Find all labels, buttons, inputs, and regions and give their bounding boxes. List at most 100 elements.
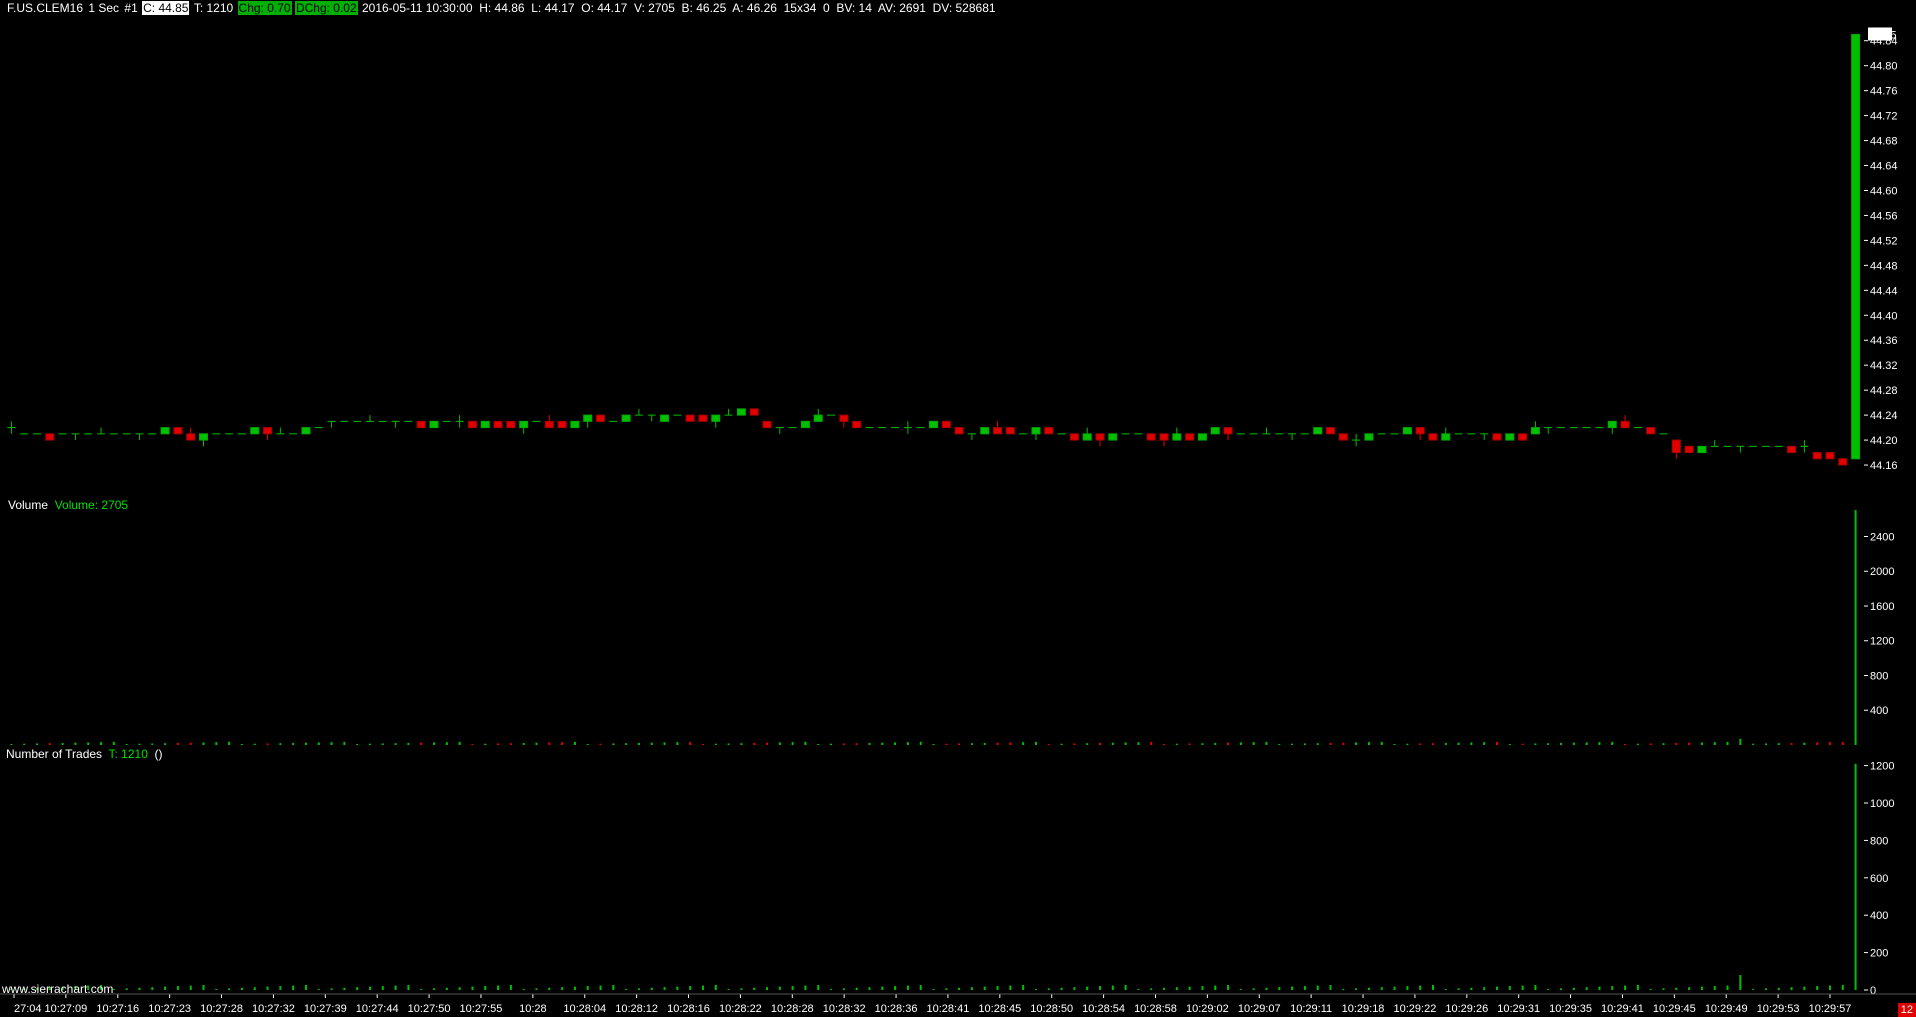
candle-body	[416, 420, 426, 429]
time-axis-label: 10:29:26	[1445, 1003, 1488, 1015]
time-axis-label: 10:29:11	[1290, 1003, 1332, 1015]
candle-body	[544, 420, 554, 429]
candle-body	[1197, 433, 1207, 441]
time-axis-label: 10:27:16	[96, 1003, 139, 1015]
candle-body	[1172, 433, 1182, 441]
candle-body	[660, 414, 670, 422]
time-axis-label: 10:28:28	[771, 1003, 814, 1015]
candle-body	[1326, 427, 1336, 435]
candle-body	[429, 420, 439, 429]
time-axis-label: 10:27:28	[200, 1003, 243, 1015]
candle-body	[1210, 427, 1220, 435]
trades-extra-label: ()	[154, 747, 163, 761]
current-price-label: 44.85	[1869, 29, 1897, 41]
candle-body	[1185, 433, 1195, 441]
candle-body	[698, 414, 708, 422]
trades-axis-label: 800	[1870, 835, 1888, 847]
candle-body	[480, 420, 490, 429]
candle-body	[467, 420, 477, 429]
candle-body	[1646, 427, 1656, 435]
price-axis-label: 44.44	[1870, 285, 1898, 297]
candle-body	[186, 433, 196, 441]
price-axis-label: 44.52	[1870, 235, 1898, 247]
candle-body	[1415, 427, 1425, 435]
volume-value-label: Volume: 2705	[54, 498, 129, 512]
volume-axis-label: 400	[1870, 705, 1888, 717]
time-axis-label: 10:29:45	[1653, 1003, 1696, 1015]
time-axis-label: 10:29:57	[1809, 1003, 1852, 1015]
time-axis-label: 10:28:45	[978, 1003, 1021, 1015]
trades-panel-label: Number of Trades T: 1210 ()	[6, 747, 163, 761]
candle-body	[685, 414, 695, 422]
chart-canvas[interactable]: 44.16 44.20 44.24 44.28 44.32 44.36 44.40 44.44…	[0, 0, 1916, 1017]
price-axis-label: 44.60	[1870, 185, 1898, 197]
time-axis-label: 10:29:31	[1497, 1003, 1540, 1015]
candle-body	[941, 420, 951, 429]
candle-body	[250, 427, 260, 435]
candle-body	[1338, 433, 1348, 441]
candle-body	[1518, 433, 1528, 441]
time-axis-label: 10:29:07	[1238, 1003, 1281, 1015]
time-axis-label: 10:28:16	[667, 1003, 710, 1015]
candle-body	[301, 427, 311, 435]
candle-body	[1492, 433, 1502, 441]
time-axis-label: 10:29:41	[1601, 1003, 1644, 1015]
candle-body	[749, 408, 759, 416]
trades-axis-label: 0	[1870, 985, 1876, 997]
candle-body	[1441, 433, 1451, 441]
candle-body	[557, 420, 567, 429]
candle-body	[1812, 452, 1822, 460]
price-axis-label: 44.16	[1870, 460, 1898, 472]
candle-body	[1671, 439, 1681, 454]
candle-body	[570, 420, 580, 429]
price-axis-label: 44.72	[1870, 111, 1898, 123]
time-axis-label: 10:28:12	[615, 1003, 658, 1015]
time-axis-label: 10:28	[519, 1003, 547, 1015]
trades-axis-label: 200	[1870, 948, 1888, 960]
candle-body	[980, 427, 990, 435]
candle-body	[1851, 33, 1861, 460]
price-axis-label: 44.32	[1870, 360, 1898, 372]
price-axis-label: 44.68	[1870, 136, 1898, 148]
time-axis-label: 10:29:35	[1549, 1003, 1592, 1015]
time-axis-label: 10:29:02	[1186, 1003, 1229, 1015]
candle-body	[621, 414, 631, 422]
candle-body	[993, 427, 1003, 435]
candle-body	[1108, 433, 1118, 441]
candle-body	[596, 414, 606, 422]
time-axis-label: 10:28:32	[823, 1003, 866, 1015]
candle-body	[1082, 433, 1092, 441]
candle-body	[1787, 445, 1797, 454]
price-axis-label: 44.24	[1870, 410, 1898, 422]
candle-body	[1146, 433, 1156, 441]
volume-axis-label: 1200	[1870, 636, 1894, 648]
time-axis-label: 10:29:49	[1705, 1003, 1748, 1015]
price-axis-label: 44.28	[1870, 385, 1898, 397]
sierrachart-url: www.sierrachart.com	[2, 982, 114, 996]
volume-study-name: Volume	[8, 498, 49, 512]
candle-body	[839, 414, 849, 422]
volume-axis-label: 800	[1870, 670, 1888, 682]
volume-axis-label: 2000	[1870, 566, 1894, 578]
price-axis-label: 44.40	[1870, 310, 1898, 322]
candle-body	[199, 433, 209, 441]
price-axis-label: 44.76	[1870, 86, 1898, 98]
trades-axis-label: 1000	[1870, 798, 1894, 810]
candle-body	[1697, 445, 1707, 454]
candle-body	[1505, 433, 1515, 441]
corner-badge: 12	[1897, 1003, 1916, 1017]
time-axis-label: 10:27:55	[460, 1003, 503, 1015]
candle-body	[1364, 433, 1374, 441]
candle-body	[762, 420, 772, 429]
candle-body	[1044, 427, 1054, 435]
candle-body	[929, 420, 938, 429]
candle-body	[493, 420, 503, 429]
time-axis-label: 10:27:50	[408, 1003, 451, 1015]
time-axis-label: 10:28:22	[719, 1003, 762, 1015]
candle-body	[1402, 427, 1412, 435]
time-axis-label: 10:27:44	[356, 1003, 399, 1015]
time-axis-label: 10:29:53	[1757, 1003, 1800, 1015]
trades-axis-label: 600	[1870, 873, 1888, 885]
price-axis-label: 44.20	[1870, 435, 1898, 447]
time-axis-label: 10:28:41	[927, 1003, 970, 1015]
